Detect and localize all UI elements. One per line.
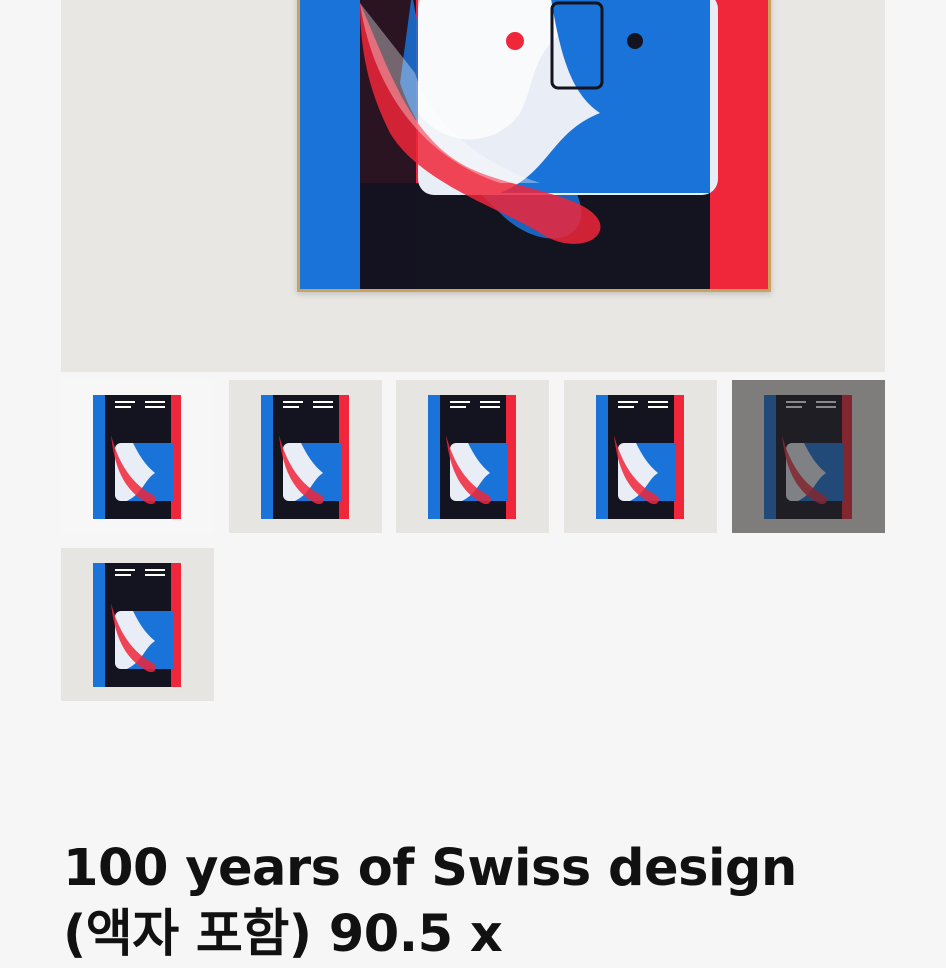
thumbnail-1[interactable] [61,380,214,533]
poster-artwork [300,0,768,289]
thumbnail-poster-image [428,395,516,519]
framed-poster [297,0,771,292]
selected-overlay [732,380,885,533]
thumbnail-poster-image [261,395,349,519]
product-title: 100 years of Swiss design (액자 포함) 90.5 x [63,839,797,964]
thumbnail-poster-image [93,563,181,687]
thumbnail-2[interactable] [229,380,382,533]
thumbnail-poster-image [93,395,181,519]
thumbnail-6[interactable] [61,548,214,701]
thumbnail-5-selected[interactable] [732,380,885,533]
thumbnail-poster-image [596,395,684,519]
thumbnail-3[interactable] [396,380,549,533]
main-product-image[interactable] [61,0,885,372]
thumbnail-4[interactable] [564,380,717,533]
